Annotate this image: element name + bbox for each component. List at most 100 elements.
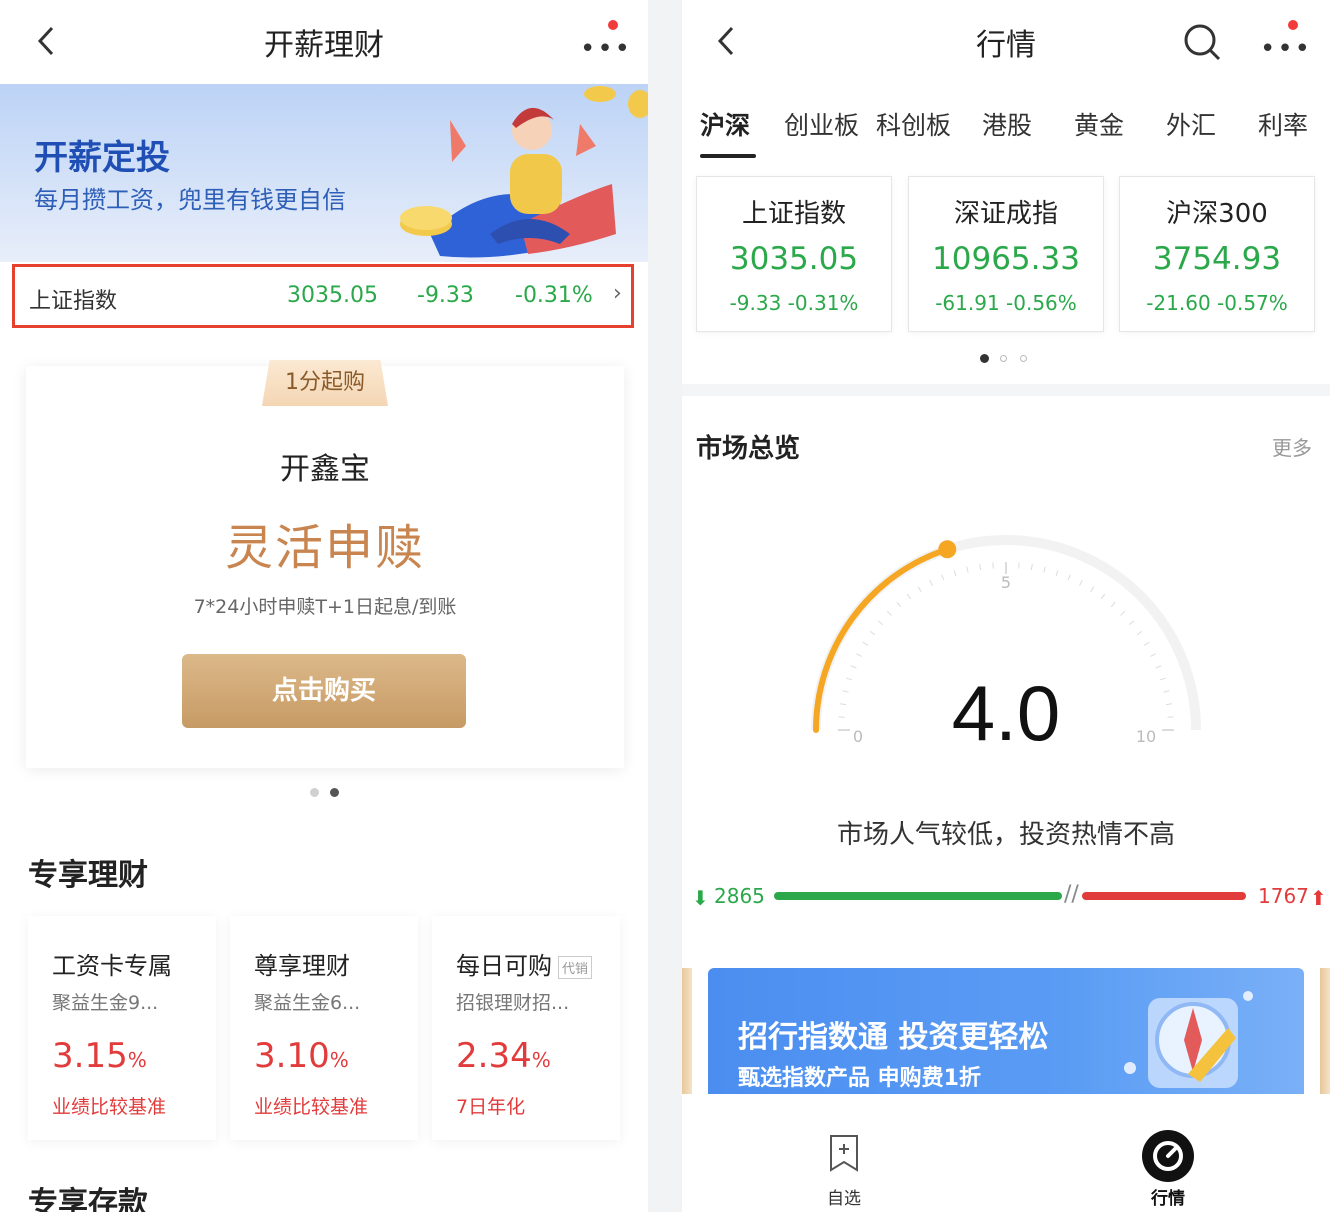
min-purchase-tag: 1分起购 [262, 360, 388, 406]
product-card: 1分起购 开鑫宝 灵活申赎 7*24小时申赎T+1日起息/到账 点击购买 [26, 360, 624, 768]
pager-dot-active [980, 354, 989, 363]
tab-chinext[interactable]: 创业板 [784, 106, 859, 142]
card-title: 尊享理财 [254, 952, 350, 980]
gauge-tick [1090, 586, 1095, 593]
gauge-tick [862, 641, 869, 646]
promo-subtitle: 甄选指数产品 申购费1折 [738, 1066, 981, 1091]
index-value: 3035.05 [729, 241, 859, 277]
more-menu-icon[interactable]: ••• [1260, 20, 1310, 62]
bottom-nav: 自选 行情 [682, 1094, 1330, 1212]
divider-slash: // [1064, 882, 1079, 907]
index-name: 深证成指 [953, 199, 1058, 229]
gauge-mid-label: 5 [1001, 573, 1011, 592]
tab-interest-rate[interactable]: 利率 [1258, 106, 1308, 142]
gauge-tick [1143, 641, 1150, 646]
index-fund-promo-banner[interactable]: 招行指数通 投资更轻松 甄选指数产品 申购费1折 [708, 968, 1304, 1094]
top-bar: 行情 ••• [682, 0, 1330, 84]
declining-count: 2865 [714, 884, 765, 908]
index-name: 上证指数 [29, 289, 118, 314]
market-overview-title: 市场总览 [696, 434, 801, 464]
exclusive-deposit-title: 专享存款 [28, 1186, 148, 1212]
notification-dot [1288, 20, 1298, 30]
card-rate: 3.15% [52, 1036, 147, 1076]
index-value: 3754.93 [1152, 241, 1282, 277]
carousel-pager [980, 354, 1040, 366]
gauge-tick [896, 601, 902, 608]
pager-dot-active [330, 788, 339, 797]
buy-button[interactable]: 点击购买 [182, 654, 466, 728]
gauge-tick [979, 563, 982, 571]
index-name: 上证指数 [741, 199, 846, 229]
tab-gold[interactable]: 黄金 [1074, 106, 1124, 142]
gauge-tick [877, 620, 884, 626]
gauge-value: 4.0 [951, 669, 1061, 757]
gauge-tick [1120, 610, 1126, 616]
spacer [682, 930, 1330, 968]
search-icon[interactable] [1182, 22, 1222, 62]
gauge-knob [938, 540, 957, 559]
active-tab-indicator [700, 154, 756, 158]
more-link[interactable]: 更多 [1272, 432, 1312, 461]
bookmark-add-icon [830, 1135, 858, 1172]
pager-dot [310, 788, 319, 797]
tab-hushen[interactable]: 沪深 [700, 106, 750, 142]
market-tabs: 沪深 创业板 科创板 港股 黄金 外汇 利率 [682, 96, 1330, 166]
market-sentiment-text: 市场人气较低，投资热情不高 [836, 820, 1175, 850]
product-description: 7*24小时申赎T+1日起息/到账 [193, 596, 457, 618]
gauge-tick [1055, 570, 1059, 577]
down-arrow-icon: ⬇ [692, 886, 709, 910]
tab-star-market[interactable]: 科创板 [876, 106, 951, 142]
up-arrow-icon: ⬆ [1310, 886, 1327, 910]
gauge-tick [1136, 630, 1143, 636]
card-rate-label: 业绩比较基准 [254, 1096, 369, 1118]
card-subtitle: 聚益生金6... [254, 992, 361, 1014]
nav-label: 自选 [827, 1189, 861, 1209]
index-change: -9.33 -0.31% [729, 291, 859, 315]
gauge-tick [1100, 593, 1106, 600]
index-change: -61.91 -0.56% [935, 291, 1077, 315]
page-title: 开薪理财 [264, 28, 384, 63]
section-divider [682, 384, 1330, 396]
product-slogan: 灵活申赎 [224, 520, 425, 576]
notification-dot [608, 20, 618, 30]
finance-card[interactable]: 工资卡专属 聚益生金9... 3.15% 业绩比较基准 [28, 916, 216, 1140]
compass-illustration-icon [1124, 991, 1253, 1088]
gauge-tick [1079, 580, 1083, 586]
banner-title: 开薪定投 [34, 138, 170, 178]
more-menu-icon[interactable]: ••• [580, 20, 630, 62]
page-title: 行情 [976, 28, 1036, 63]
index-card[interactable]: 深证成指 10965.33 -61.91 -0.56% [908, 176, 1104, 332]
index-value: 3035.05 [287, 283, 378, 308]
gauge-tick [941, 574, 945, 581]
agent-badge: 代销 [558, 955, 593, 979]
pager-dot [1000, 355, 1007, 362]
gauge-tick [1128, 620, 1135, 626]
index-quote-strip[interactable]: 上证指数 3035.05 -9.33 -0.31% › [12, 264, 634, 328]
index-change: -21.60 -0.57% [1146, 291, 1288, 315]
index-card[interactable]: 上证指数 3035.05 -9.33 -0.31% [696, 176, 892, 332]
advancing-bar [1082, 892, 1246, 900]
market-compass-icon [1142, 1130, 1194, 1182]
finance-card[interactable]: 每日可购 代销 招银理财招... 2.34% 7日年化 [432, 916, 620, 1140]
card-rate: 2.34% [456, 1036, 551, 1076]
carousel-pager [310, 788, 350, 800]
index-percent: -0.31% [515, 283, 593, 308]
card-rate-label: 业绩比较基准 [52, 1096, 167, 1118]
chevron-right-icon: › [613, 281, 622, 306]
gauge-tick [1110, 601, 1116, 608]
tab-forex[interactable]: 外汇 [1166, 106, 1216, 142]
card-subtitle: 招银理财招... [456, 992, 570, 1014]
promo-banner[interactable]: 开薪定投 每月攒工资，兜里有钱更自信 [0, 84, 648, 262]
carousel-edge [682, 968, 692, 1094]
gauge-tick [1150, 653, 1156, 657]
market-breadth-bar: ⬇ 2865 // 1767 ⬆ [692, 880, 1327, 914]
card-title: 每日可购 代销 [456, 946, 593, 981]
product-name: 开鑫宝 [280, 452, 370, 487]
finance-card[interactable]: 尊享理财 聚益生金6... 3.10% 业绩比较基准 [230, 916, 418, 1140]
carousel-edge [1320, 968, 1330, 1094]
index-change: -9.33 [417, 283, 474, 308]
tab-hk-stocks[interactable]: 港股 [982, 106, 1032, 142]
gauge-tick [1043, 566, 1046, 573]
index-card[interactable]: 沪深300 3754.93 -21.60 -0.57% [1119, 176, 1315, 332]
gauge-tick [917, 586, 922, 593]
